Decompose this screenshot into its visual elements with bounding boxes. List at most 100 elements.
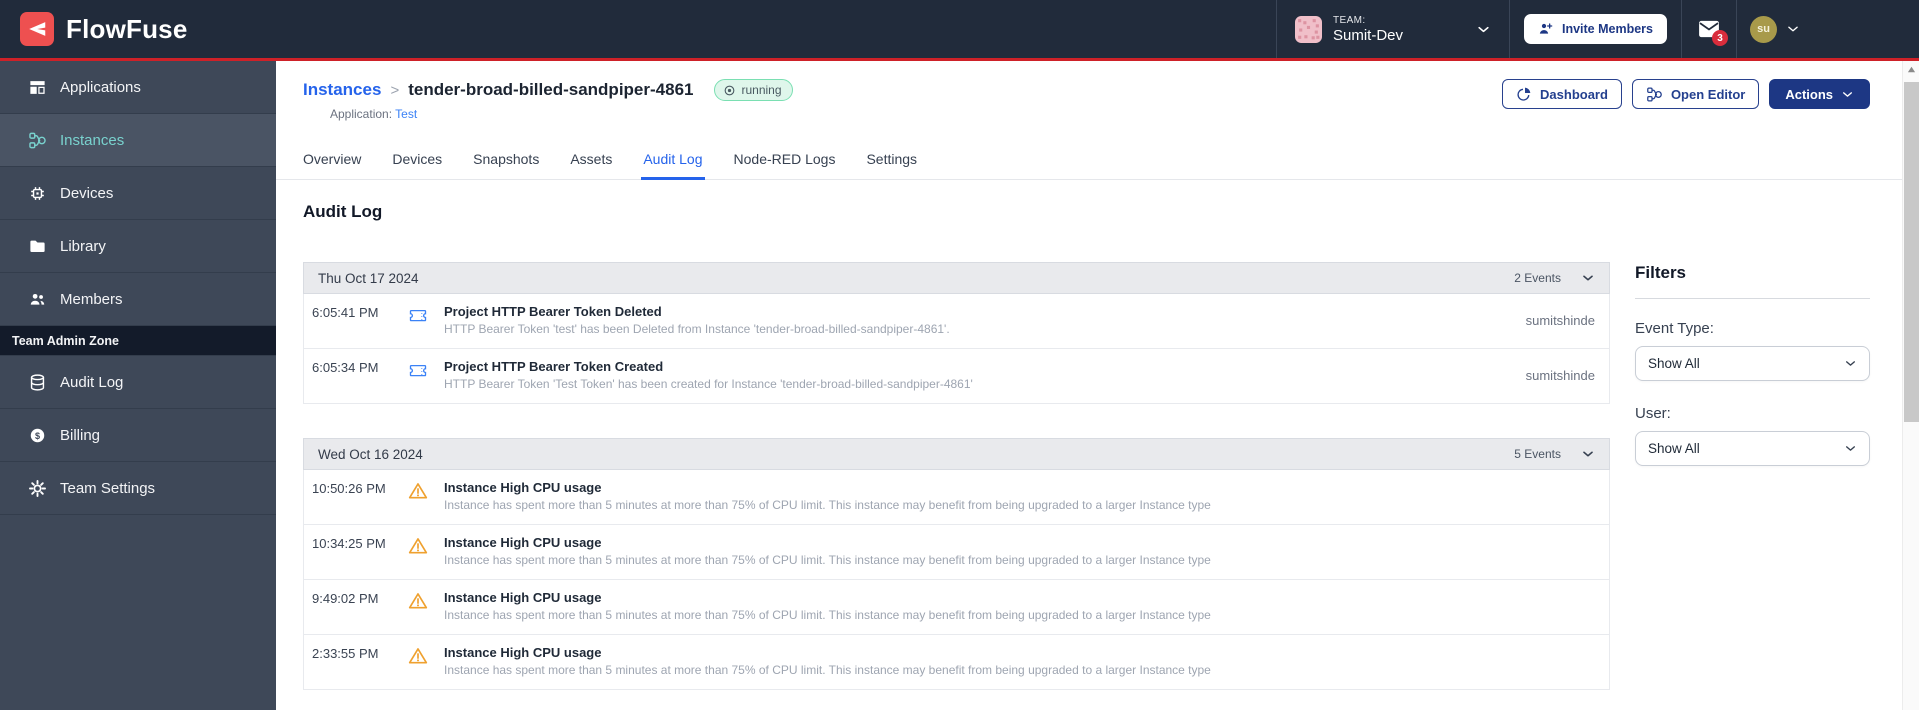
sidebar-item-label: Billing xyxy=(60,426,101,444)
sidebar: Applications Instances Devices Library M… xyxy=(0,61,276,710)
status-badge: running xyxy=(714,79,793,101)
sidebar-item-billing[interactable]: $ Billing xyxy=(0,409,276,462)
instances-icon xyxy=(28,131,47,150)
user-plus-icon xyxy=(1538,21,1554,37)
members-icon xyxy=(28,290,47,309)
event-description: Instance has spent more than 5 minutes a… xyxy=(444,553,1211,567)
event-title: Instance High CPU usage xyxy=(444,645,602,660)
breadcrumb: Instances > tender-broad-billed-sandpipe… xyxy=(303,79,793,101)
event-description: Instance has spent more than 5 minutes a… xyxy=(444,498,1211,512)
sidebar-item-applications[interactable]: Applications xyxy=(0,61,276,114)
sidebar-item-devices[interactable]: Devices xyxy=(0,167,276,220)
user-filter-select[interactable]: Show All xyxy=(1635,431,1870,466)
breadcrumb-separator: > xyxy=(390,81,400,99)
tab-devices[interactable]: Devices xyxy=(392,151,442,179)
group-date: Wed Oct 16 2024 xyxy=(318,446,423,462)
audit-event-row: 6:05:34 PM Project HTTP Bearer Token Cre… xyxy=(304,349,1609,403)
chevron-down-icon xyxy=(1476,22,1491,37)
chevron-down-icon xyxy=(1786,22,1800,36)
user-menu[interactable]: su xyxy=(1737,0,1813,58)
scrollbar-thumb[interactable] xyxy=(1904,82,1919,422)
sidebar-item-label: Audit Log xyxy=(60,373,124,391)
sidebar-item-label: Team Settings xyxy=(60,479,156,497)
group-date: Thu Oct 17 2024 xyxy=(318,270,419,286)
applications-icon xyxy=(28,78,47,97)
event-type-select[interactable]: Show All xyxy=(1635,346,1870,381)
chevron-down-icon xyxy=(1581,271,1595,285)
scrollbar-up-arrow[interactable] xyxy=(1903,61,1919,78)
event-time: 10:34:25 PM xyxy=(312,536,386,551)
filters-divider xyxy=(1635,298,1870,299)
main-content: Instances > tender-broad-billed-sandpipe… xyxy=(276,61,1919,710)
user-filter-label: User: xyxy=(1635,405,1671,422)
audit-event-row: 10:50:26 PM Instance High CPU usage Inst… xyxy=(304,470,1609,525)
notifications-button[interactable]: 3 xyxy=(1698,20,1728,46)
event-description: Instance has spent more than 5 minutes a… xyxy=(444,663,1211,677)
team-label: TEAM: xyxy=(1332,14,1366,26)
token-icon xyxy=(408,359,430,391)
chevron-down-icon xyxy=(1841,88,1854,101)
sidebar-item-label: Applications xyxy=(60,78,141,96)
sidebar-item-label: Devices xyxy=(60,184,114,202)
team-admin-zone-label: Team Admin Zone xyxy=(12,333,119,348)
sidebar-item-members[interactable]: Members xyxy=(0,273,276,326)
invite-members-label: Invite Members xyxy=(1561,22,1653,36)
tab-node-red-logs[interactable]: Node-RED Logs xyxy=(734,151,836,179)
tab-settings[interactable]: Settings xyxy=(866,151,917,179)
audit-event-row: 10:34:25 PM Instance High CPU usage Inst… xyxy=(304,525,1609,580)
sidebar-item-label: Members xyxy=(60,290,123,308)
open-editor-button[interactable]: Open Editor xyxy=(1631,79,1760,109)
event-title: Project HTTP Bearer Token Deleted xyxy=(444,304,662,319)
audit-event-row: 6:05:41 PM Project HTTP Bearer Token Del… xyxy=(304,294,1609,349)
billing-icon: $ xyxy=(28,426,47,445)
sidebar-item-team-settings[interactable]: Team Settings xyxy=(0,462,276,515)
library-icon xyxy=(28,237,47,256)
event-title: Instance High CPU usage xyxy=(444,590,602,605)
sidebar-item-library[interactable]: Library xyxy=(0,220,276,273)
flowfuse-logo[interactable]: FlowFuse xyxy=(0,12,188,46)
audit-group-header[interactable]: Thu Oct 17 2024 2 Events xyxy=(303,262,1610,294)
application-link[interactable]: Test xyxy=(395,107,417,121)
sidebar-item-audit-log[interactable]: Audit Log xyxy=(0,356,276,409)
group-event-count: 5 Events xyxy=(1514,447,1561,461)
audit-event-row: 2:33:55 PM Instance High CPU usage Insta… xyxy=(304,635,1609,689)
audit-event-row: 9:49:02 PM Instance High CPU usage Insta… xyxy=(304,580,1609,635)
tab-overview[interactable]: Overview xyxy=(303,151,361,179)
sidebar-item-instances[interactable]: Instances xyxy=(0,114,276,167)
breadcrumb-instances-link[interactable]: Instances xyxy=(303,80,381,100)
warning-icon xyxy=(408,535,430,567)
flowfuse-logo-icon xyxy=(20,12,54,46)
event-user: sumitshinde xyxy=(1525,367,1595,383)
dashboard-button[interactable]: Dashboard xyxy=(1502,79,1622,109)
instance-name: tender-broad-billed-sandpiper-4861 xyxy=(408,80,694,99)
user-avatar: su xyxy=(1750,15,1777,43)
group-event-count: 2 Events xyxy=(1514,271,1561,285)
team-admin-zone-header: Team Admin Zone xyxy=(0,326,276,356)
sidebar-item-label: Library xyxy=(60,237,106,255)
audit-group-header[interactable]: Wed Oct 16 2024 5 Events xyxy=(303,438,1610,470)
svg-text:$: $ xyxy=(35,430,40,440)
page-title: Audit Log xyxy=(303,202,383,221)
event-description: HTTP Bearer Token 'test' has been Delete… xyxy=(444,322,950,336)
warning-icon xyxy=(408,645,430,677)
warning-icon xyxy=(408,590,430,622)
filters-title: Filters xyxy=(1635,263,1687,282)
devices-icon xyxy=(28,184,47,203)
team-selector[interactable]: TEAM: Sumit-Dev xyxy=(1277,0,1509,58)
team-settings-icon xyxy=(28,479,47,498)
actions-button[interactable]: Actions xyxy=(1769,79,1870,109)
event-description: HTTP Bearer Token 'Test Token' has been … xyxy=(444,377,973,391)
notification-badge: 3 xyxy=(1712,30,1728,46)
team-name: Sumit-Dev xyxy=(1332,26,1403,44)
event-time: 10:50:26 PM xyxy=(312,481,386,496)
invite-members-button[interactable]: Invite Members xyxy=(1523,14,1667,44)
tab-audit-log[interactable]: Audit Log xyxy=(641,151,705,180)
event-time: 6:05:41 PM xyxy=(312,305,379,320)
filters-panel: Filters Event Type: Show All User: Show … xyxy=(1635,180,1870,690)
dashboard-pie-icon xyxy=(1516,86,1532,102)
tab-snapshots[interactable]: Snapshots xyxy=(473,151,539,179)
audit-group: Thu Oct 17 2024 2 Events 6:05:41 PM Proj… xyxy=(303,262,1610,404)
tab-assets[interactable]: Assets xyxy=(570,151,612,179)
audit-group: Wed Oct 16 2024 5 Events 10:50:26 PM Ins… xyxy=(303,438,1610,690)
event-title: Instance High CPU usage xyxy=(444,480,602,495)
